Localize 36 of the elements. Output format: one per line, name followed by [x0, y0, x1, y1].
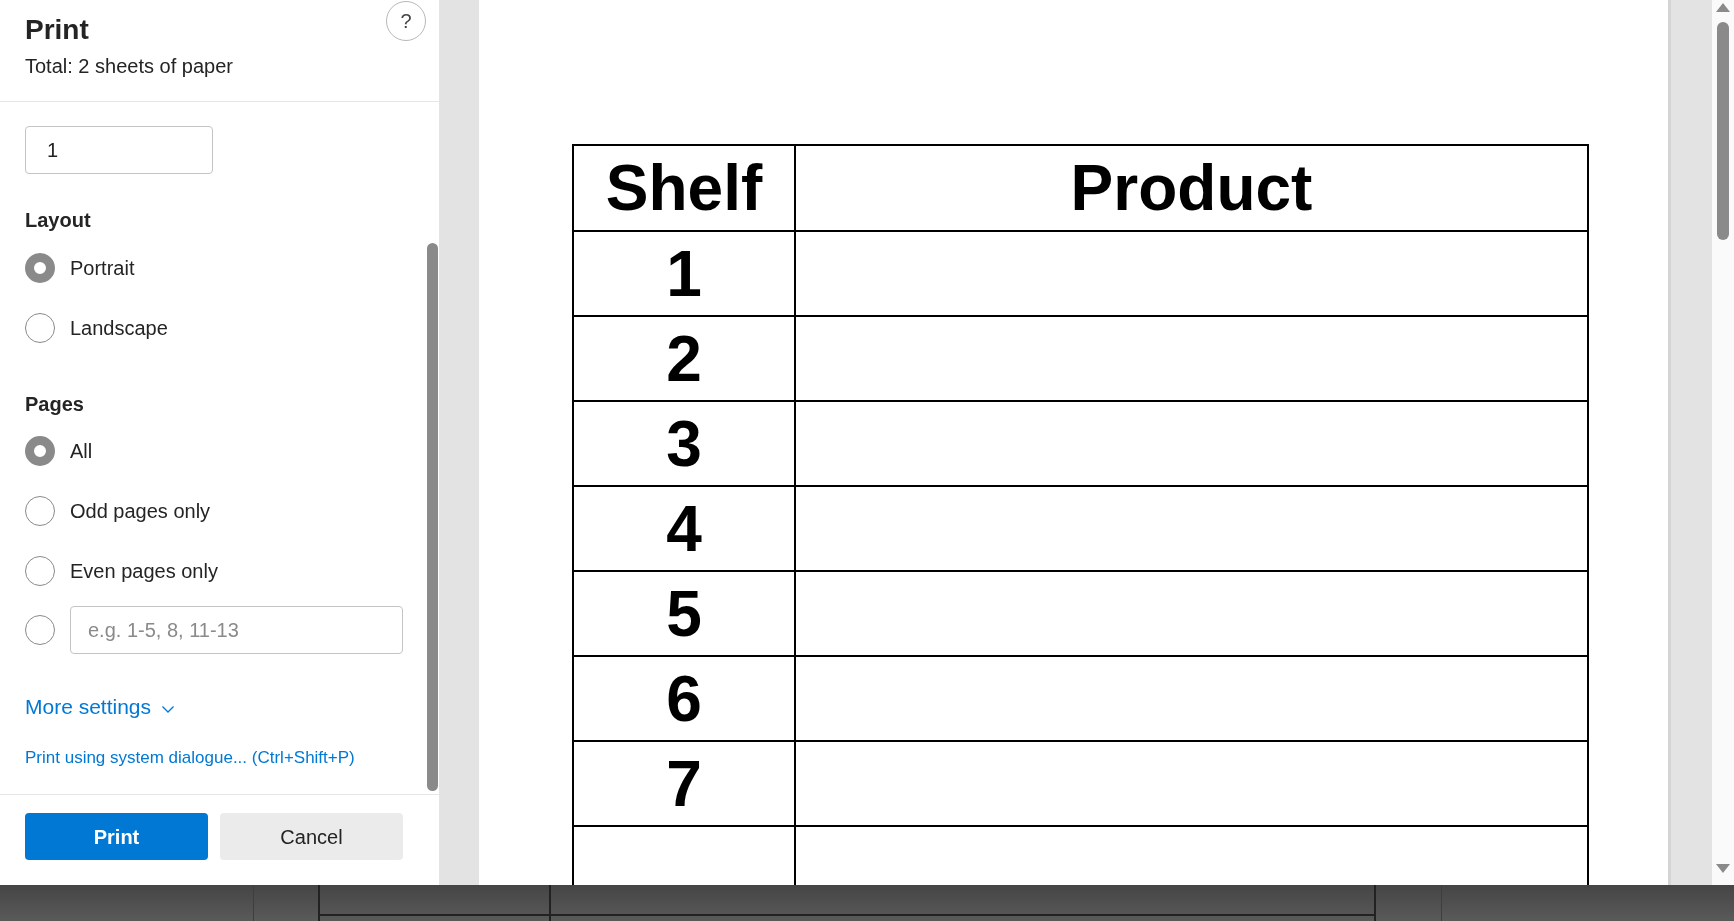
table-cell: 4 — [573, 486, 795, 571]
cancel-button[interactable]: Cancel — [220, 813, 403, 860]
sheet-count-text: Total: 2 sheets of paper — [25, 54, 233, 79]
section-heading: Layout — [25, 208, 91, 233]
print-button[interactable]: Print — [25, 813, 208, 860]
scroll-down-arrow-icon[interactable] — [1716, 864, 1730, 873]
scroll-up-arrow-icon[interactable] — [1716, 3, 1730, 12]
radio-label[interactable]: Odd pages only — [70, 497, 211, 525]
table-cell: 3 — [573, 401, 795, 486]
table-header-cell: Product — [795, 145, 1588, 231]
radio-label[interactable]: Landscape — [70, 314, 168, 342]
scrollbar-thumb[interactable] — [1717, 22, 1729, 240]
radio-button[interactable] — [25, 615, 55, 645]
radio-button[interactable] — [25, 253, 55, 283]
more-settings-link[interactable]: More settings — [25, 693, 175, 721]
section-heading: Pages — [25, 392, 84, 417]
table-cell: 6 — [573, 656, 795, 741]
page-range-field[interactable]: e.g. 1-5, 8, 11-13 — [70, 606, 403, 654]
radio-button[interactable] — [25, 556, 55, 586]
radio-button[interactable] — [25, 436, 55, 466]
preview-scrollbar[interactable] — [1712, 0, 1734, 885]
table-cell: 5 — [573, 571, 795, 656]
help-button[interactable]: ? — [386, 1, 426, 41]
dialog-title: Print — [25, 13, 89, 47]
table-cell: 7 — [573, 741, 795, 826]
system-dialog-link[interactable]: Print using system dialogue... (Ctrl+Shift+P) — [25, 746, 355, 770]
radio-button[interactable] — [25, 496, 55, 526]
radio-label[interactable]: Even pages only — [70, 557, 218, 585]
radio-label[interactable]: All — [70, 437, 93, 465]
radio-label[interactable]: Portrait — [70, 254, 135, 282]
scrollbar-thumb[interactable] — [427, 243, 438, 791]
table-cell: 2 — [573, 316, 795, 401]
table-cell: 1 — [573, 231, 795, 316]
copies-field[interactable]: 1 — [25, 126, 213, 174]
table-header-cell: Shelf — [573, 145, 795, 231]
radio-button[interactable] — [25, 313, 55, 343]
